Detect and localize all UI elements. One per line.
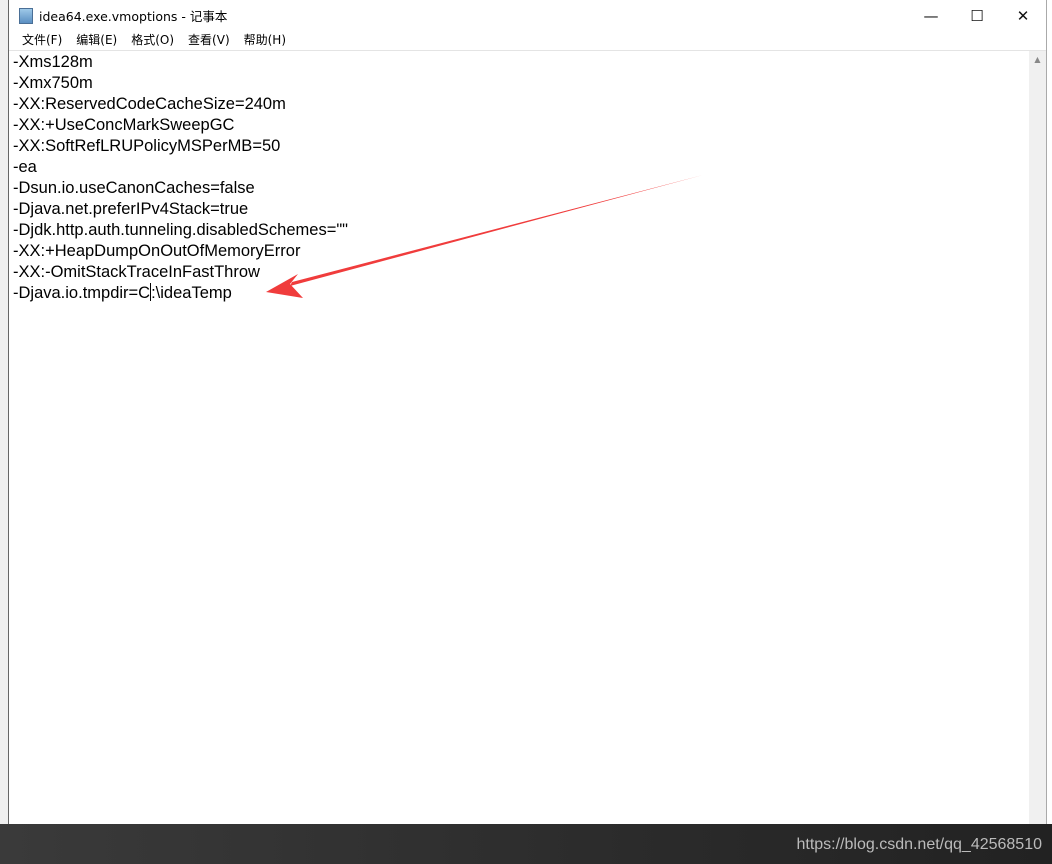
text-line: -Dsun.io.useCanonCaches=false	[13, 179, 255, 197]
text-before-caret: -Djava.io.tmpdir=C	[13, 284, 151, 302]
text-line: -Xms128m	[13, 53, 93, 71]
menu-bar: 文件(F) 编辑(E) 格式(O) 查看(V) 帮助(H)	[9, 31, 1046, 51]
text-line: -XX:ReservedCodeCacheSize=240m	[13, 95, 286, 113]
taskbar: https://blog.csdn.net/qq_42568510	[0, 824, 1052, 864]
text-line: -XX:+UseConcMarkSweepGC	[13, 116, 235, 134]
menu-view[interactable]: 查看(V)	[181, 31, 237, 50]
title-bar: idea64.exe.vmoptions - 记事本 — ☐ ✕	[9, 0, 1046, 31]
background-window	[0, 0, 8, 824]
notepad-icon	[19, 7, 33, 24]
menu-format[interactable]: 格式(O)	[124, 31, 181, 50]
watermark: https://blog.csdn.net/qq_42568510	[796, 836, 1042, 853]
text-line: -XX:SoftRefLRUPolicyMSPerMB=50	[13, 137, 281, 155]
minimize-button[interactable]: —	[908, 0, 954, 31]
text-line: -XX:-OmitStackTraceInFastThrow	[13, 263, 260, 281]
menu-edit[interactable]: 编辑(E)	[69, 31, 124, 50]
text-line: -Xmx750m	[13, 74, 93, 92]
vertical-scrollbar[interactable]: ▲	[1029, 51, 1046, 824]
text-line: -Djava.net.preferIPv4Stack=true	[13, 200, 249, 218]
close-button[interactable]: ✕	[1000, 0, 1046, 31]
text-line: -Djdk.http.auth.tunneling.disabledScheme…	[13, 221, 349, 239]
notepad-window: idea64.exe.vmoptions - 记事本 — ☐ ✕ 文件(F) 编…	[8, 0, 1047, 824]
text-line-tmpdir: -Djava.io.tmpdir=C:\ideaTemp	[13, 283, 1029, 304]
maximize-button[interactable]: ☐	[954, 0, 1000, 31]
text-after-caret: :\ideaTemp	[151, 284, 232, 302]
text-line: -XX:+HeapDumpOnOutOfMemoryError	[13, 242, 301, 260]
menu-file[interactable]: 文件(F)	[15, 31, 69, 50]
scroll-up-arrow-icon[interactable]: ▲	[1029, 55, 1046, 64]
text-editor[interactable]: -Xms128m -Xmx750m -XX:ReservedCodeCacheS…	[9, 51, 1029, 824]
menu-help[interactable]: 帮助(H)	[237, 31, 293, 50]
window-title: idea64.exe.vmoptions - 记事本	[39, 9, 228, 24]
text-line: -ea	[13, 158, 37, 176]
